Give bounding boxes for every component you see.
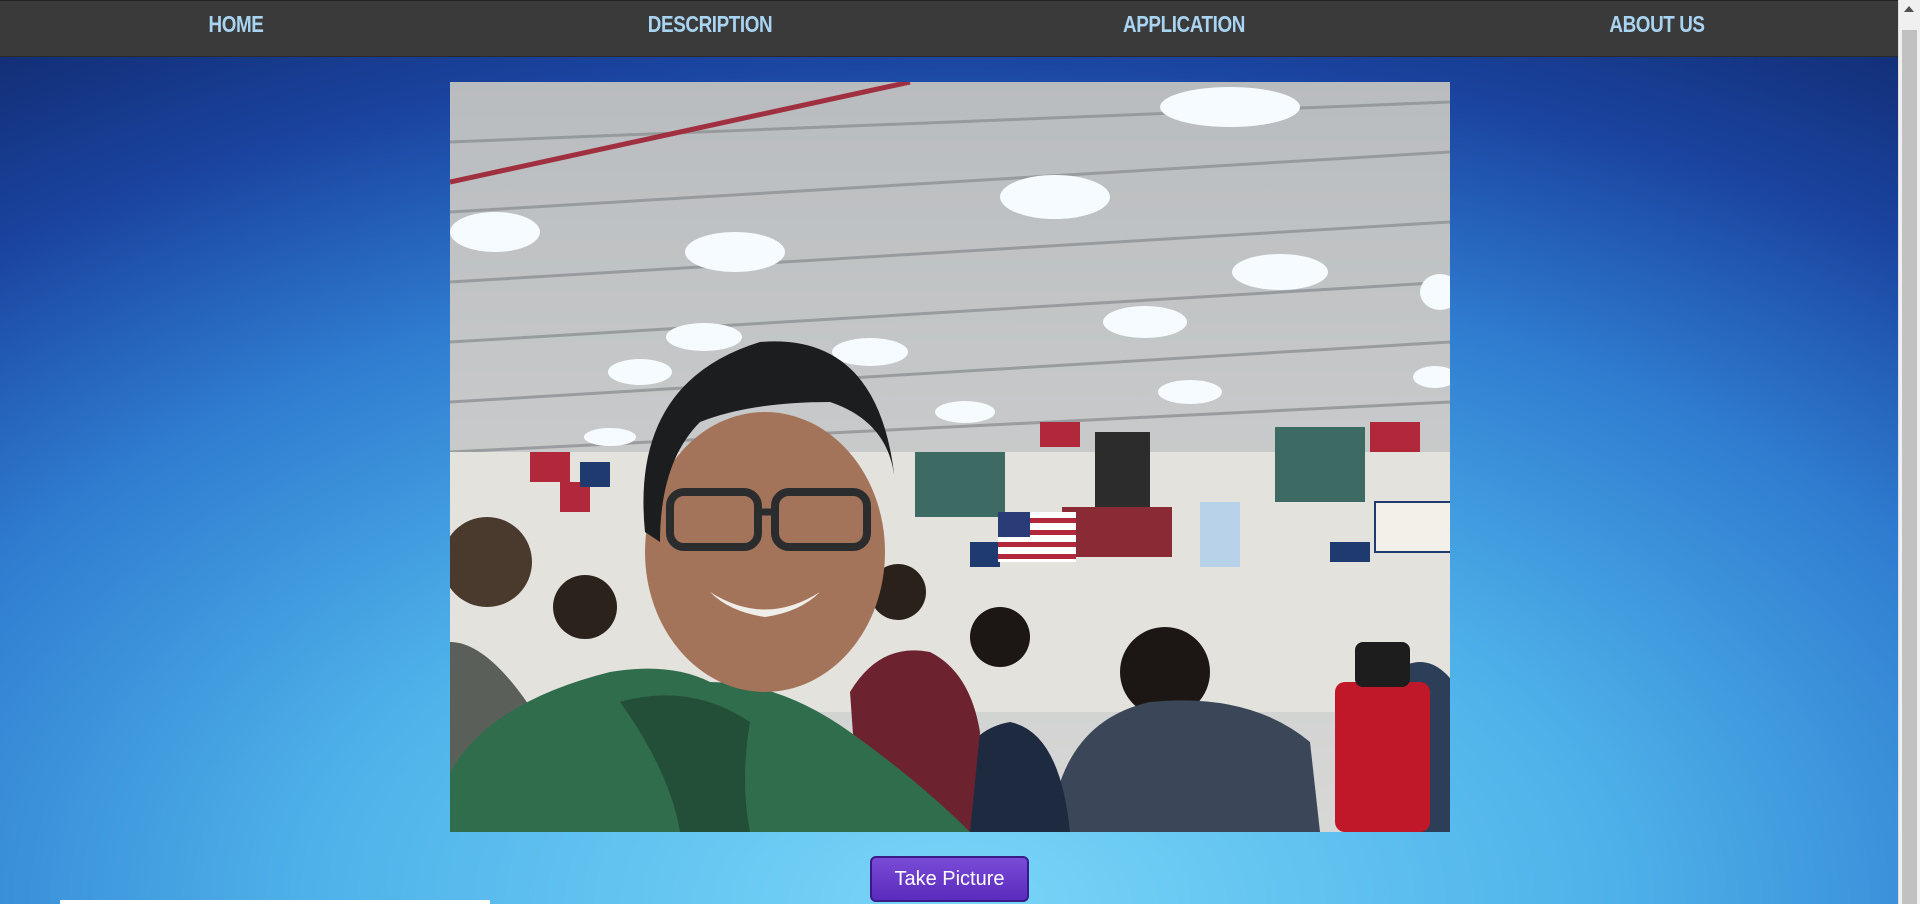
webcam-video-feed [450,82,1450,832]
top-nav-bar: HOME DESCRIPTION APPLICATION ABOUT US [0,0,1898,57]
scrollbar-thumb[interactable] [1902,30,1917,904]
webcam-frame-image [450,82,1450,832]
scroll-up-arrow-icon[interactable] [1904,6,1914,12]
nav-home-link[interactable]: HOME [203,11,270,38]
take-picture-button[interactable]: Take Picture [870,856,1029,902]
nav-description-link[interactable]: DESCRIPTION [634,11,786,38]
nav-application-link[interactable]: APPLICATION [1110,11,1259,38]
nav-about-us-link[interactable]: ABOUT US [1599,11,1715,38]
page-bottom-strip [60,900,490,904]
vertical-scrollbar[interactable] [1898,0,1920,904]
